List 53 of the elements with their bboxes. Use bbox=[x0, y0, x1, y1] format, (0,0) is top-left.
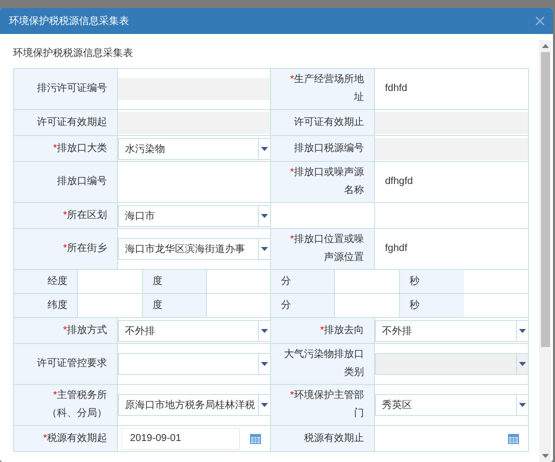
caret-icon bbox=[261, 146, 268, 150]
field-label: *生产经营场所地址 bbox=[290, 74, 364, 103]
date-field[interactable]: 2019-09-01 bbox=[121, 428, 240, 450]
field-label: 经度 bbox=[14, 270, 78, 293]
close-icon[interactable] bbox=[535, 16, 545, 26]
dropdown[interactable]: 不外排 bbox=[375, 320, 529, 342]
unit-label: 分 bbox=[271, 270, 336, 293]
caret-icon bbox=[261, 403, 268, 407]
unit-label: 秒 bbox=[400, 294, 464, 317]
calendar-icon[interactable] bbox=[508, 433, 519, 444]
caret-icon bbox=[261, 214, 268, 218]
caret-icon bbox=[519, 328, 526, 332]
field-label: 许可证有效期止 bbox=[294, 116, 364, 128]
dropdown[interactable]: 海口市 bbox=[118, 204, 271, 226]
caret-icon bbox=[519, 403, 526, 407]
unit-label: 度 bbox=[142, 294, 207, 317]
field-label: *排放方式 bbox=[63, 324, 107, 336]
dropdown[interactable]: 海口市龙华区滨海街道办事 bbox=[118, 238, 271, 260]
dropdown[interactable]: 不外排 bbox=[118, 320, 271, 342]
unit-label: 度 bbox=[142, 270, 207, 293]
dialog-title: 环境保护税税源信息采集表 bbox=[9, 14, 129, 28]
field-label: *所在区划 bbox=[63, 210, 107, 220]
field-label: *排放口或噪声源名称 bbox=[290, 167, 364, 196]
field-label: 大气污染物排放口类别 bbox=[284, 349, 364, 378]
field-label: 许可证管控要求 bbox=[37, 358, 107, 369]
field-label: *主管税务所（科、分局） bbox=[47, 390, 107, 419]
field-label: *排放口大类 bbox=[53, 142, 107, 154]
field-label: *所在街乡 bbox=[63, 243, 107, 254]
caret-icon bbox=[261, 362, 268, 366]
dropdown[interactable]: 原海口市地方税务局桂林洋税 bbox=[118, 394, 271, 416]
scroll-down-icon[interactable] bbox=[542, 454, 548, 458]
field-label: 许可证有效期起 bbox=[37, 116, 107, 128]
field-label: *税源有效期起 bbox=[43, 432, 107, 444]
caret-icon bbox=[261, 328, 268, 332]
dropdown[interactable] bbox=[118, 353, 271, 375]
caret-icon bbox=[261, 247, 268, 251]
field-label: *环境保护主管部门 bbox=[290, 390, 364, 419]
scrollbar[interactable] bbox=[539, 40, 551, 462]
field-label: 排放口税源编号 bbox=[294, 142, 364, 154]
form-title: 环境保护税税源信息采集表 bbox=[13, 46, 133, 60]
unit-label: 秒 bbox=[400, 270, 464, 293]
field-label: 纬度 bbox=[14, 294, 78, 317]
caret-icon bbox=[519, 362, 526, 366]
field-label: *排放去向 bbox=[320, 324, 364, 336]
scroll-up-icon[interactable] bbox=[542, 44, 548, 48]
calendar-icon[interactable] bbox=[250, 433, 261, 444]
unit-label: 分 bbox=[271, 294, 336, 317]
field-label: 排放口编号 bbox=[57, 176, 107, 187]
dropdown[interactable]: 秀英区 bbox=[375, 394, 529, 416]
dropdown[interactable]: 水污染物 bbox=[118, 138, 271, 160]
field-label: *排放口位置或噪声源位置 bbox=[290, 234, 364, 263]
field-label: 排污许可证编号 bbox=[37, 83, 107, 94]
field-label: 税源有效期止 bbox=[304, 432, 364, 444]
